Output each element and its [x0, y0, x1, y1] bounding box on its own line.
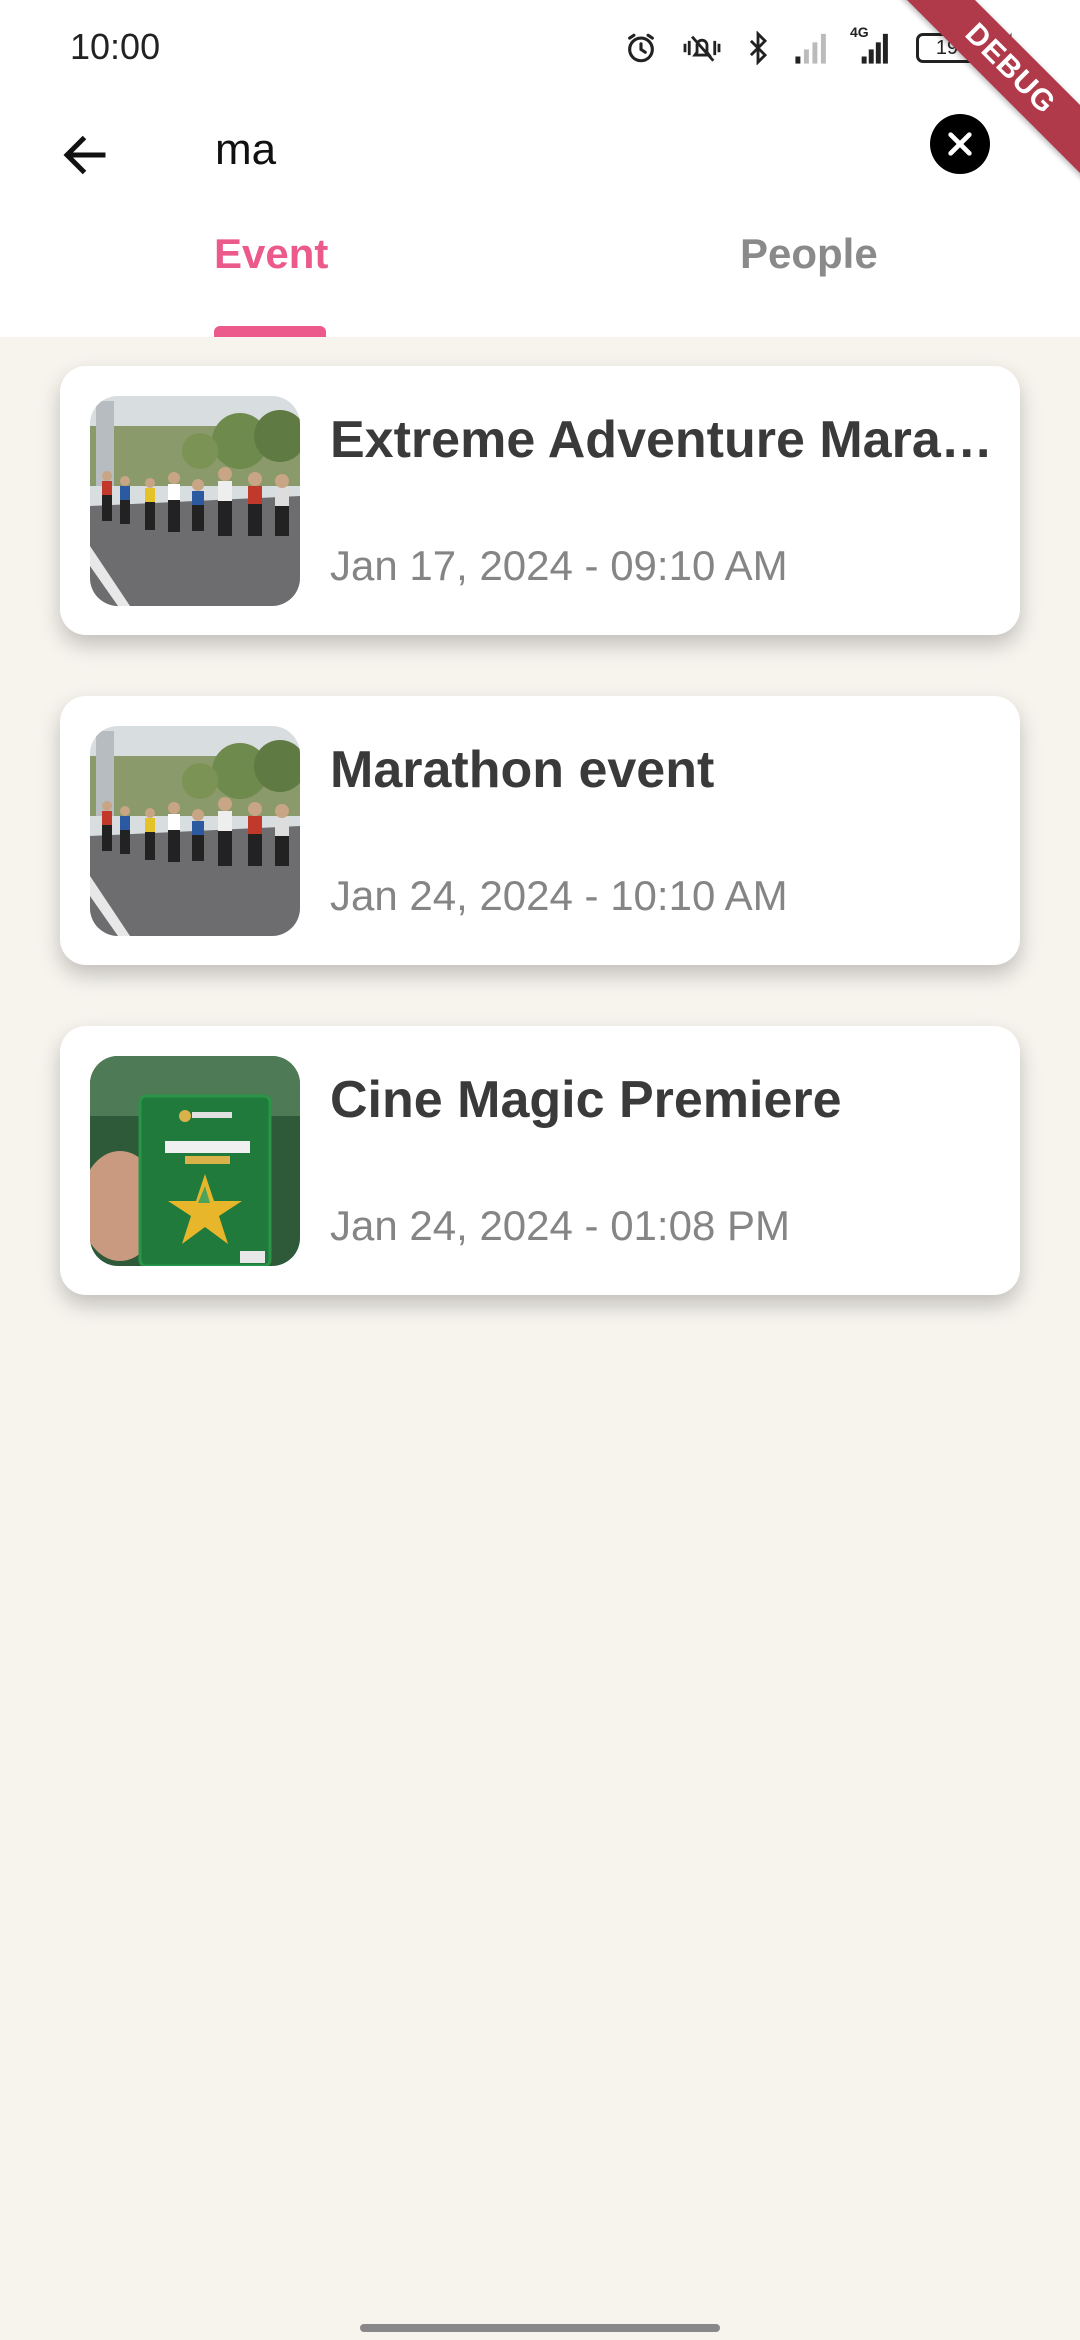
event-results-list: Extreme Adventure Marathon Jan 17, 2024 … — [60, 366, 1020, 1356]
signal-weak-icon — [795, 33, 826, 64]
green-voucher-card-photo — [90, 1056, 300, 1266]
signal-4g-group: 4G — [850, 24, 894, 65]
marathon-runners-photo — [90, 396, 300, 606]
event-date: Jan 24, 2024 - 10:10 AM — [330, 872, 788, 919]
bluetooth-icon — [749, 31, 768, 65]
marathon-runners-photo — [90, 726, 300, 936]
event-date: Jan 24, 2024 - 01:08 PM — [330, 1202, 790, 1249]
search-input[interactable] — [215, 118, 895, 182]
status-icons: 4G 19 — [624, 24, 1020, 72]
event-card[interactable]: Marathon event Jan 24, 2024 - 10:10 AM — [60, 696, 1020, 965]
event-date: Jan 17, 2024 - 09:10 AM — [330, 542, 788, 589]
charging-icon — [1002, 32, 1018, 64]
battery-icon: 19 — [916, 33, 983, 63]
back-button[interactable] — [50, 125, 120, 185]
event-thumbnail — [90, 726, 300, 936]
event-card[interactable]: Extreme Adventure Marathon Jan 17, 2024 … — [60, 366, 1020, 635]
home-indicator[interactable] — [360, 2324, 720, 2332]
status-time: 10:00 — [70, 26, 161, 67]
event-card[interactable]: Cine Magic Premiere Jan 24, 2024 - 01:08… — [60, 1026, 1020, 1295]
close-circle-icon — [948, 132, 972, 156]
tab-people[interactable]: People — [740, 230, 878, 278]
network-type-label: 4G — [850, 24, 869, 40]
vibrate-mute-icon — [683, 35, 721, 62]
app-header: 10:00 4G 19 Event People — [0, 0, 1080, 337]
arrow-left-icon — [63, 135, 106, 175]
event-title: Marathon event — [330, 741, 715, 799]
event-title: Extreme Adventure Marathon — [330, 411, 1000, 469]
tab-event[interactable]: Event — [214, 230, 328, 278]
active-tab-indicator — [214, 326, 326, 337]
alarm-icon — [628, 33, 654, 63]
clear-search-button[interactable] — [930, 114, 990, 174]
battery-level: 19 — [935, 36, 959, 59]
event-thumbnail — [90, 396, 300, 606]
event-title: Cine Magic Premiere — [330, 1071, 842, 1129]
event-thumbnail — [90, 1056, 300, 1266]
